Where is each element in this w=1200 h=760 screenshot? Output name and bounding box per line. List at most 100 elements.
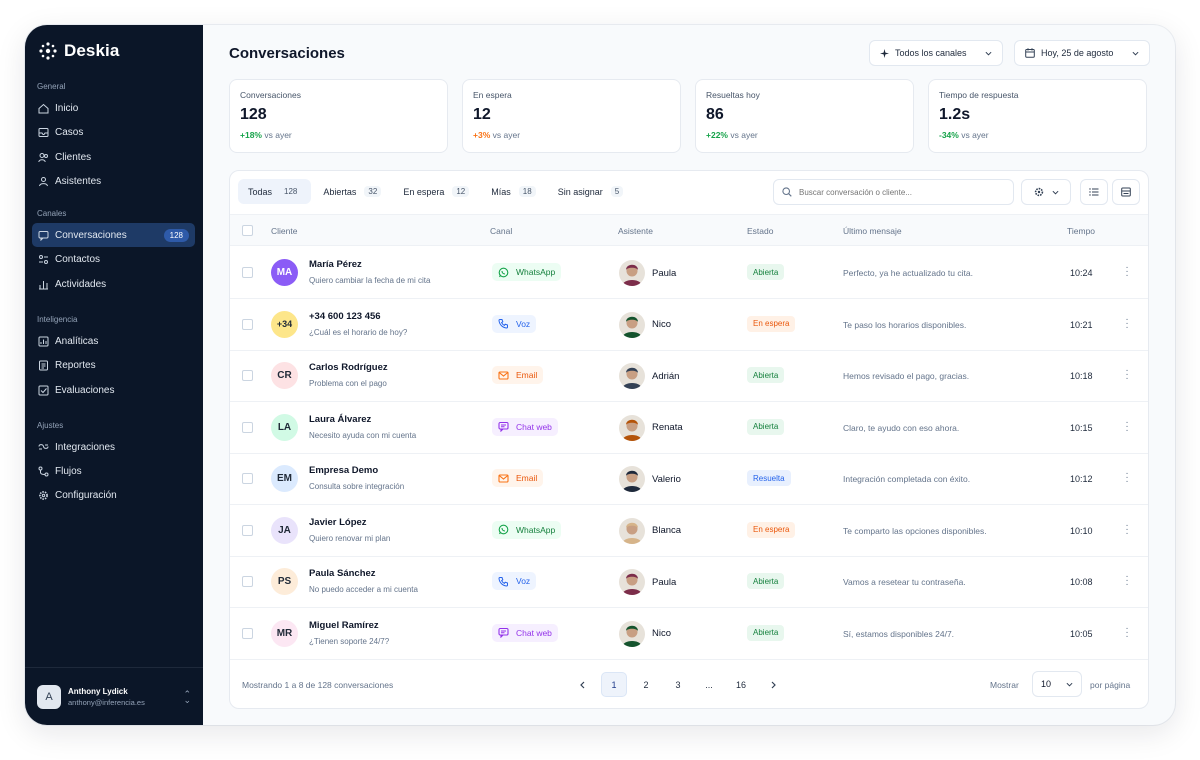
list-view-button[interactable] (1080, 179, 1108, 205)
column-header-cliente[interactable]: Cliente (271, 226, 297, 236)
assistant[interactable]: Renata (619, 414, 683, 441)
table-row[interactable]: MA María Pérez Quiero cambiar la fecha de … (230, 247, 1148, 299)
next-page-button[interactable] (760, 672, 786, 697)
row-checkbox[interactable] (242, 627, 253, 639)
status-badge: Abierta (747, 367, 785, 383)
column-header-asistente[interactable]: Asistente (618, 226, 653, 236)
client-name[interactable]: Paula Sánchez (309, 568, 376, 579)
column-header-estado[interactable]: Estado (747, 226, 773, 236)
client-name[interactable]: Carlos Rodríguez (309, 362, 388, 373)
row-checkbox[interactable] (242, 576, 253, 587)
date-filter-dropdown[interactable]: Hoy, 25 de agosto (1014, 40, 1150, 66)
more-options-icon[interactable]: · · · (1125, 263, 1129, 281)
sidebar-item-actividades[interactable]: Actividades (32, 272, 195, 296)
sidebar-item-clientes[interactable]: Clientes (32, 145, 195, 169)
assistant[interactable]: Paula (619, 260, 676, 286)
sidebar-item-asistentes[interactable]: Asistentes (32, 170, 195, 194)
page-button[interactable]: 1 (601, 672, 627, 697)
more-options-icon[interactable]: · · · (1125, 623, 1129, 641)
prev-page-button[interactable] (569, 672, 595, 697)
row-checkbox[interactable] (242, 267, 253, 278)
sidebar-item-reportes[interactable]: Reportes (32, 354, 195, 378)
chevron-up-down-icon[interactable]: ⌃ ⌄ (183, 689, 191, 704)
client-name[interactable]: Miguel Ramírez (309, 620, 379, 631)
date-filter-label: Hoy, 25 de agosto (1041, 48, 1114, 58)
sidebar-item-evaluaciones[interactable]: Evaluaciones (32, 378, 195, 402)
assistant[interactable]: Nico (619, 311, 671, 338)
per-page-select[interactable]: 10 (1032, 671, 1082, 697)
row-checkbox[interactable] (242, 473, 253, 484)
sidebar-item-configuracion[interactable]: Configuración (32, 483, 195, 507)
sidebar-item-casos[interactable]: Casos (32, 121, 195, 145)
client-name[interactable]: Laura Álvarez (309, 414, 371, 425)
tab-abiertas[interactable]: Abiertas 32 (313, 179, 391, 204)
channel-badge: Voz (492, 314, 537, 333)
last-message: Vamos a resetear tu contraseña. (843, 577, 966, 587)
tab-todas[interactable]: Todas 128 (238, 179, 312, 204)
assistant[interactable]: Valerio (619, 466, 681, 492)
tab-count: 18 (518, 186, 536, 197)
client-name[interactable]: +34 600 123 456 (309, 311, 381, 322)
kpi-delta-suffix: vs ayer (492, 130, 521, 140)
sidebar-item-flujos[interactable]: Flujos (32, 459, 195, 483)
app-window: Deskia General Inicio Casos Clientes Asisten… (25, 25, 1175, 725)
table-row[interactable]: PS Paula Sánchez No puedo acceder a mi cue… (230, 556, 1148, 608)
channel-filter-dropdown[interactable]: Todos los canales (869, 40, 1003, 66)
client-name[interactable]: Javier López (309, 517, 367, 528)
page-button[interactable]: 16 (728, 672, 754, 697)
column-header-ultimo-mensaje[interactable]: Último mensaje (843, 226, 902, 236)
table-row[interactable]: EM Empresa Demo Consulta sobre integración… (230, 453, 1148, 505)
row-checkbox[interactable] (242, 421, 253, 433)
more-options-icon[interactable]: · · · (1125, 314, 1129, 332)
sidebar-item-analiticas[interactable]: Analíticas (32, 329, 195, 353)
more-options-icon[interactable]: · · · (1125, 366, 1129, 384)
row-checkbox[interactable] (242, 524, 253, 536)
more-options-icon[interactable]: · · · (1125, 417, 1129, 435)
client-name[interactable]: María Pérez (309, 259, 362, 270)
column-header-tiempo[interactable]: Tiempo (1067, 226, 1095, 236)
kpi-delta: +18% vs ayer (240, 130, 437, 140)
search-box[interactable] (773, 179, 1014, 205)
more-options-icon[interactable]: · · · (1125, 572, 1129, 590)
status-badge: Abierta (747, 264, 785, 280)
tab-mias[interactable]: Mías 18 (481, 179, 545, 204)
kpi-card: Conversaciones 128 +18% vs ayer (229, 79, 448, 153)
sidebar-item-inicio[interactable]: Inicio (32, 96, 195, 120)
tab-sin-asignar[interactable]: Sin asignar 5 (548, 179, 633, 204)
select-all-checkbox[interactable] (242, 225, 253, 236)
card-view-button[interactable] (1112, 179, 1140, 205)
assistant-avatar (619, 363, 645, 389)
tab-label: En espera (403, 186, 445, 197)
table-row[interactable]: JA Javier López Quiero renovar mi plan What… (230, 505, 1148, 557)
settings-filter-button[interactable] (1021, 179, 1071, 205)
tab-en-espera[interactable]: En espera 12 (393, 179, 479, 204)
kpi-delta-value: -34% (939, 130, 959, 140)
column-header-canal[interactable]: Canal (490, 226, 512, 236)
sidebar-item-conversaciones[interactable]: Conversaciones 128 (32, 223, 195, 247)
assistant[interactable]: Adrián (619, 363, 679, 389)
pagination-ellipsis: ... (705, 679, 713, 690)
assistant[interactable]: Paula (619, 569, 676, 595)
assistant[interactable]: Blanca (619, 517, 681, 544)
more-options-icon[interactable]: · · · (1125, 520, 1129, 538)
page-button[interactable]: 2 (633, 672, 659, 697)
user-menu[interactable]: A Anthony Lydick anthony@inferencia.es ⌃… (25, 667, 203, 725)
sidebar-section-title: Canales (37, 209, 67, 218)
per-page-label: por página (1090, 680, 1131, 690)
sidebar-item-integraciones[interactable]: Integraciones (32, 435, 195, 459)
row-checkbox[interactable] (242, 370, 253, 381)
table-row[interactable]: CR Carlos Rodríguez Problema con el pago Em… (230, 350, 1148, 402)
table-row[interactable]: MR Miguel Ramírez ¿Tienen soporte 24/7? Cha… (230, 608, 1148, 660)
page-button[interactable]: 3 (665, 672, 691, 697)
client-name[interactable]: Empresa Demo (309, 465, 378, 476)
table-row[interactable]: +34 +34 600 123 456 ¿Cuál es el horario de… (230, 299, 1148, 351)
sidebar-item-contactos[interactable]: Contactos (32, 248, 195, 272)
more-options-icon[interactable]: · · · (1125, 469, 1129, 487)
message-time: 10:15 (1070, 422, 1093, 433)
assistant-name: Paula (652, 576, 677, 588)
table-row[interactable]: LA Laura Álvarez Necesito ayuda con mi cue… (230, 402, 1148, 454)
row-checkbox[interactable] (242, 318, 253, 330)
assistant[interactable]: Nico (619, 620, 671, 647)
search-input[interactable] (799, 187, 999, 197)
logo[interactable]: Deskia (38, 41, 119, 61)
